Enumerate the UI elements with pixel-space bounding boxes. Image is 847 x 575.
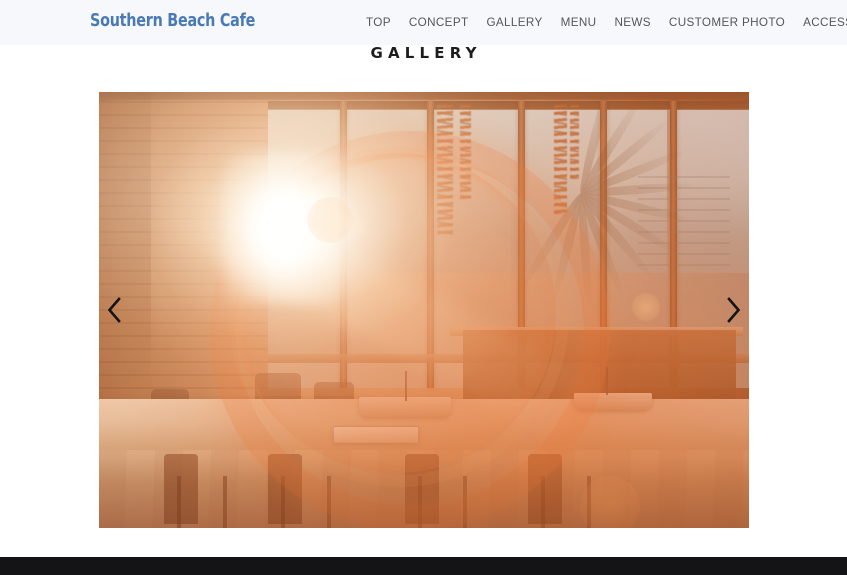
hanging-vine <box>554 105 567 215</box>
nav-item-access[interactable]: ACCESS <box>794 16 847 30</box>
window-pane <box>344 109 427 274</box>
site-header: Southern Beach Cafe TOP CONCEPT GALLERY … <box>0 0 847 45</box>
hanging-vine <box>437 105 453 236</box>
chair-leg <box>281 475 285 528</box>
slider-next-button[interactable] <box>720 290 748 330</box>
model-boat-mast <box>606 366 608 395</box>
slider-prev-button[interactable] <box>100 290 128 330</box>
model-boat <box>573 392 652 410</box>
chair-front <box>164 453 198 524</box>
chair-leg <box>222 475 227 528</box>
nav-item-concept[interactable]: CONCEPT <box>400 16 478 30</box>
gallery-slider <box>99 92 749 528</box>
chevron-left-icon <box>106 297 122 323</box>
chair-leg <box>586 475 591 528</box>
palm-frond <box>466 92 696 306</box>
chevron-right-icon <box>726 297 742 323</box>
chair-leg <box>326 475 331 528</box>
chair-leg <box>417 475 422 528</box>
nav-item-menu[interactable]: MENU <box>552 16 606 30</box>
chair-leg <box>541 475 545 528</box>
gallery-photo[interactable] <box>99 92 749 528</box>
chair-front <box>404 453 439 524</box>
model-boat-mast <box>404 371 407 402</box>
nav-item-news[interactable]: NEWS <box>605 16 659 30</box>
site-footer <box>0 557 847 575</box>
chair-front <box>268 453 302 524</box>
chair-leg <box>177 475 181 528</box>
window-pane <box>268 109 341 274</box>
chair-leg <box>463 475 467 528</box>
page-root: Southern Beach Cafe TOP CONCEPT GALLERY … <box>0 0 847 575</box>
page-title: GALLERY <box>370 44 482 62</box>
site-logo[interactable]: Southern Beach Cafe <box>90 11 255 31</box>
hanging-vine <box>570 105 580 180</box>
main-navigation: TOP CONCEPT GALLERY MENU NEWS CUSTOMER P… <box>366 16 847 30</box>
nav-item-gallery[interactable]: GALLERY <box>477 16 551 30</box>
chair-front <box>528 453 562 524</box>
nav-item-customer-photo[interactable]: CUSTOMER PHOTO <box>660 16 794 30</box>
nav-item-top[interactable]: TOP <box>366 16 400 30</box>
slide-frame <box>99 92 749 528</box>
table-tray <box>333 425 419 443</box>
hanging-vine <box>459 105 471 201</box>
